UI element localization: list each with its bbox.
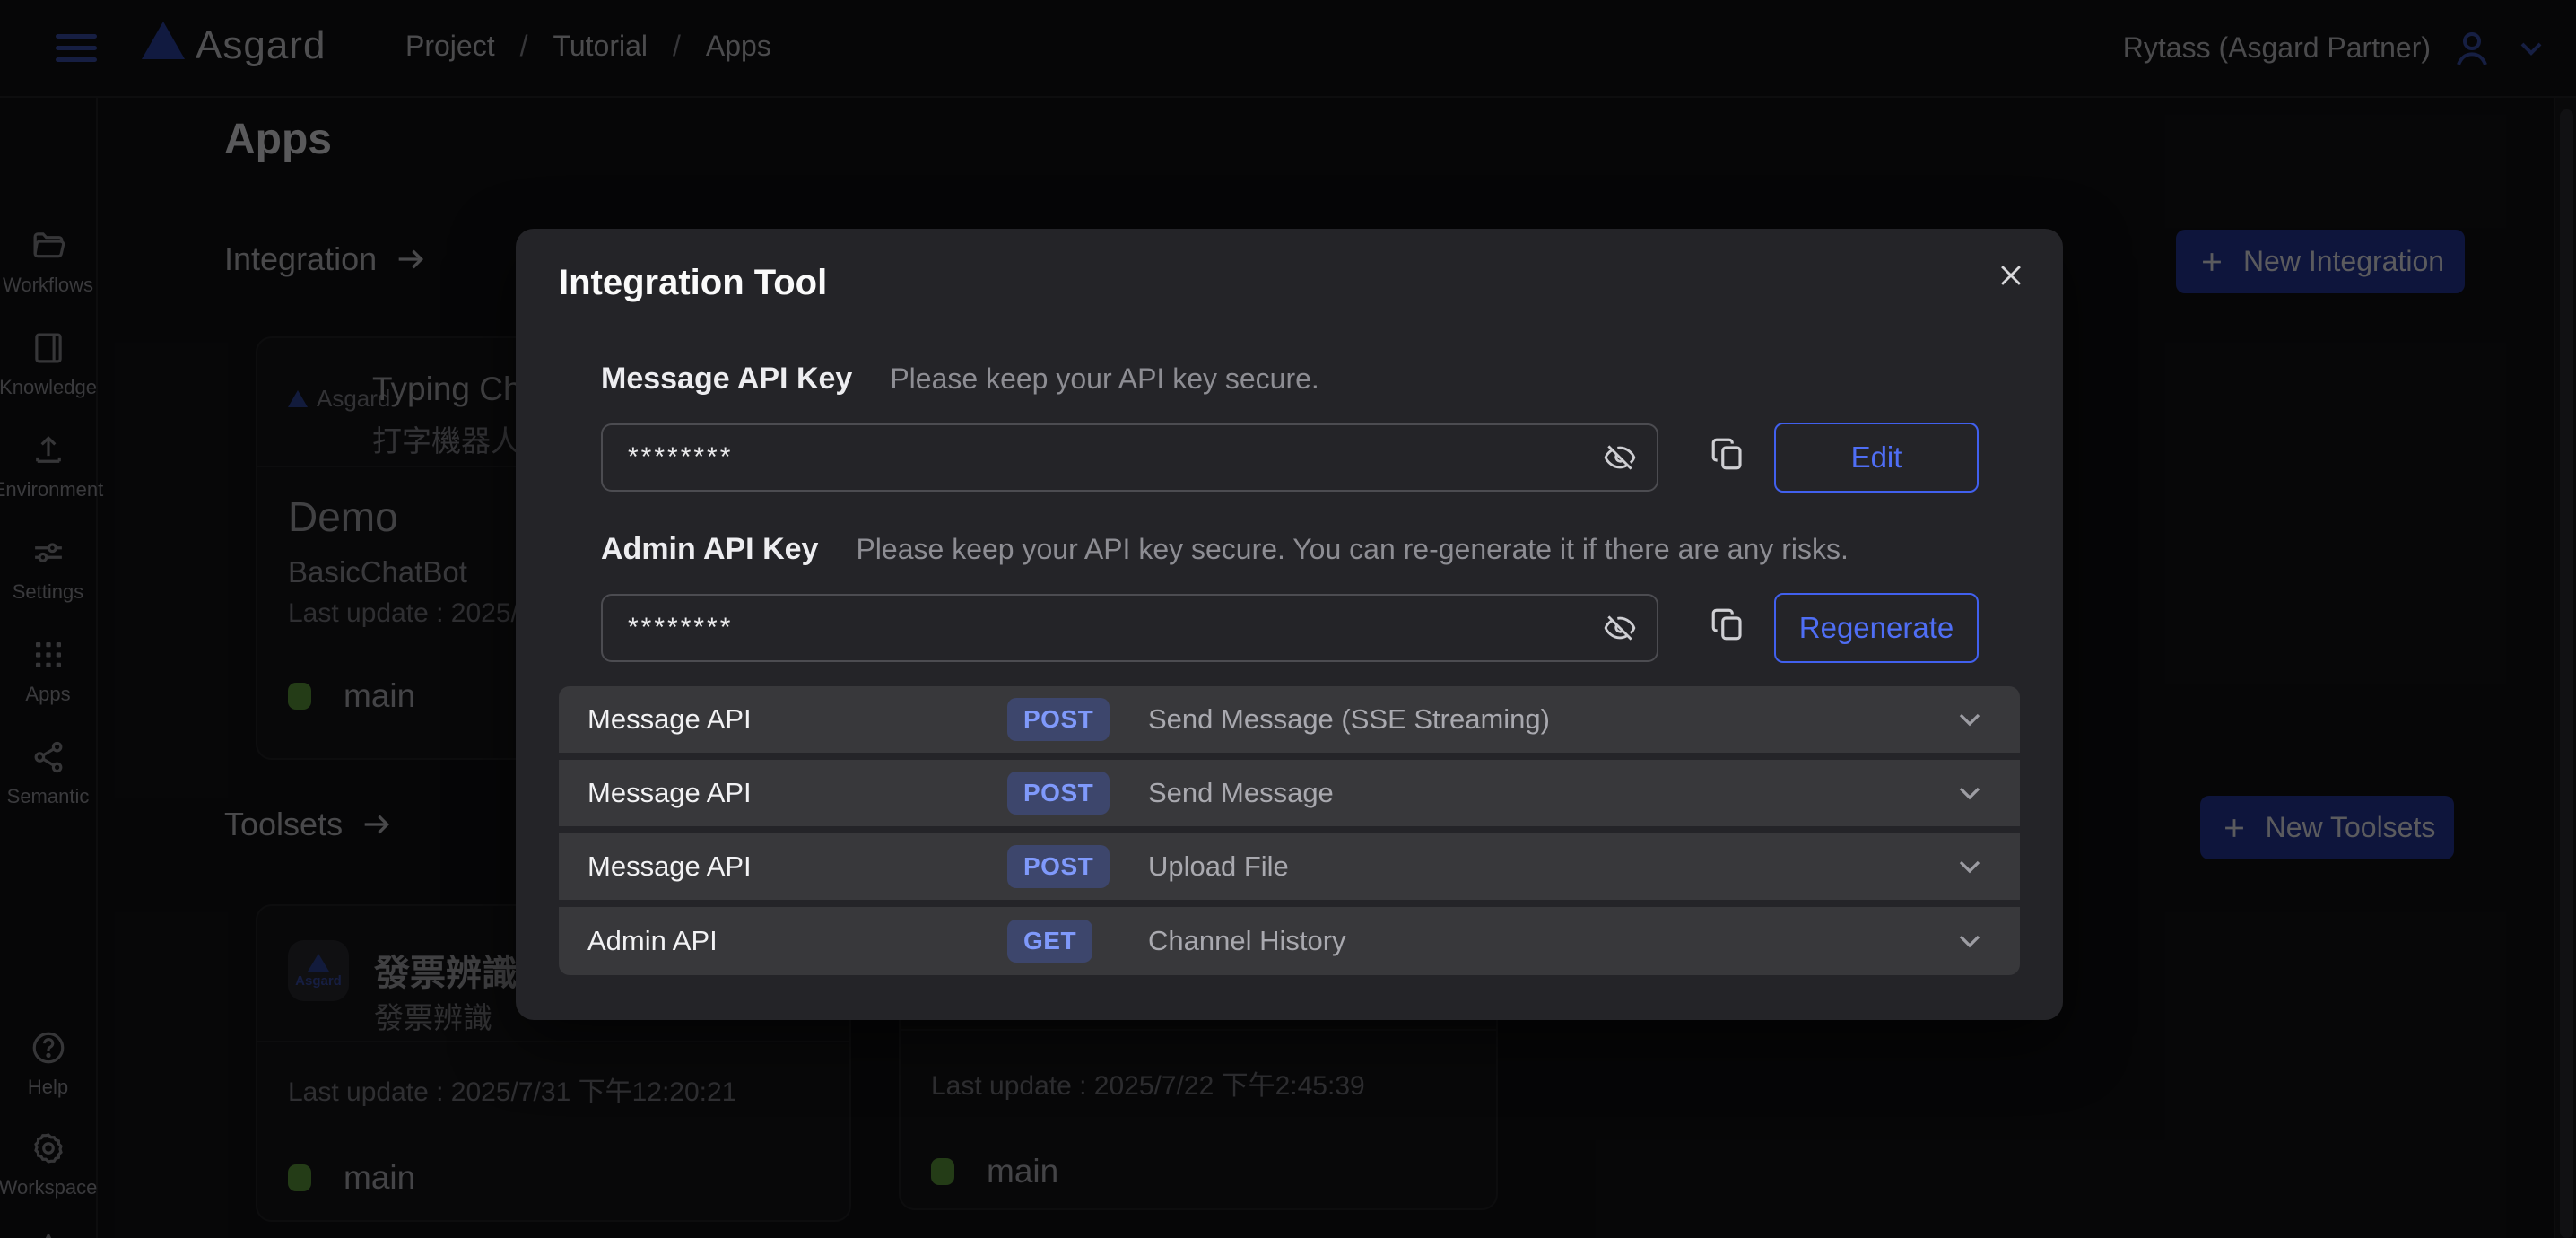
chevron-down-icon[interactable]	[1952, 923, 1988, 959]
method-badge: POST	[1007, 698, 1110, 741]
endpoint-name: Send Message	[1148, 777, 1334, 809]
eye-off-icon	[1603, 440, 1637, 475]
copy-icon	[1709, 435, 1746, 473]
message-api-key-note: Please keep your API key secure.	[890, 362, 1318, 396]
endpoint-api: Message API	[587, 850, 752, 883]
endpoint-name: Channel History	[1148, 925, 1346, 957]
method-badge: POST	[1007, 845, 1110, 888]
close-icon	[1996, 260, 2026, 291]
regenerate-button[interactable]: Regenerate	[1774, 593, 1979, 663]
endpoint-row-upload-file[interactable]: Message API POST Upload File	[559, 833, 2020, 900]
chevron-down-icon[interactable]	[1952, 775, 1988, 811]
endpoint-api: Message API	[587, 703, 752, 736]
endpoint-name: Upload File	[1148, 850, 1289, 883]
asgard-app: Asgard Project / Tutorial / Apps Rytass …	[0, 0, 2576, 1238]
endpoint-row-send-message-sse[interactable]: Message API POST Send Message (SSE Strea…	[559, 686, 2020, 753]
chevron-down-icon[interactable]	[1952, 702, 1988, 737]
endpoint-name: Send Message (SSE Streaming)	[1148, 703, 1550, 736]
method-badge: POST	[1007, 772, 1110, 815]
close-button[interactable]	[1991, 256, 2031, 295]
eye-off-icon	[1603, 611, 1637, 645]
endpoints-table: Message API POST Send Message (SSE Strea…	[559, 686, 2020, 975]
message-api-key-label: Message API Key	[601, 362, 852, 397]
message-api-key-field	[601, 423, 1658, 492]
modal-title: Integration Tool	[559, 263, 827, 303]
admin-api-key-input[interactable]	[603, 596, 1657, 660]
toggle-visibility-button[interactable]	[1603, 440, 1637, 475]
copy-message-key-button[interactable]	[1709, 435, 1746, 473]
chevron-down-icon[interactable]	[1952, 849, 1988, 885]
admin-api-key-header: Admin API Key Please keep your API key s…	[601, 532, 1849, 567]
copy-icon	[1709, 606, 1746, 643]
admin-api-key-note: Please keep your API key secure. You can…	[856, 533, 1848, 566]
admin-api-key-field	[601, 594, 1658, 662]
message-api-key-header: Message API Key Please keep your API key…	[601, 362, 1319, 397]
copy-admin-key-button[interactable]	[1709, 606, 1746, 643]
endpoint-api: Admin API	[587, 925, 718, 957]
message-api-key-input[interactable]	[603, 425, 1657, 490]
integration-tool-modal: Integration Tool Message API Key Please …	[516, 229, 2063, 1020]
endpoint-row-channel-history[interactable]: Admin API GET Channel History	[559, 907, 2020, 975]
endpoint-api: Message API	[587, 777, 752, 809]
method-badge: GET	[1007, 920, 1092, 963]
edit-button[interactable]: Edit	[1774, 423, 1979, 493]
admin-api-key-label: Admin API Key	[601, 532, 818, 567]
endpoint-row-send-message[interactable]: Message API POST Send Message	[559, 760, 2020, 826]
toggle-visibility-button[interactable]	[1603, 611, 1637, 645]
